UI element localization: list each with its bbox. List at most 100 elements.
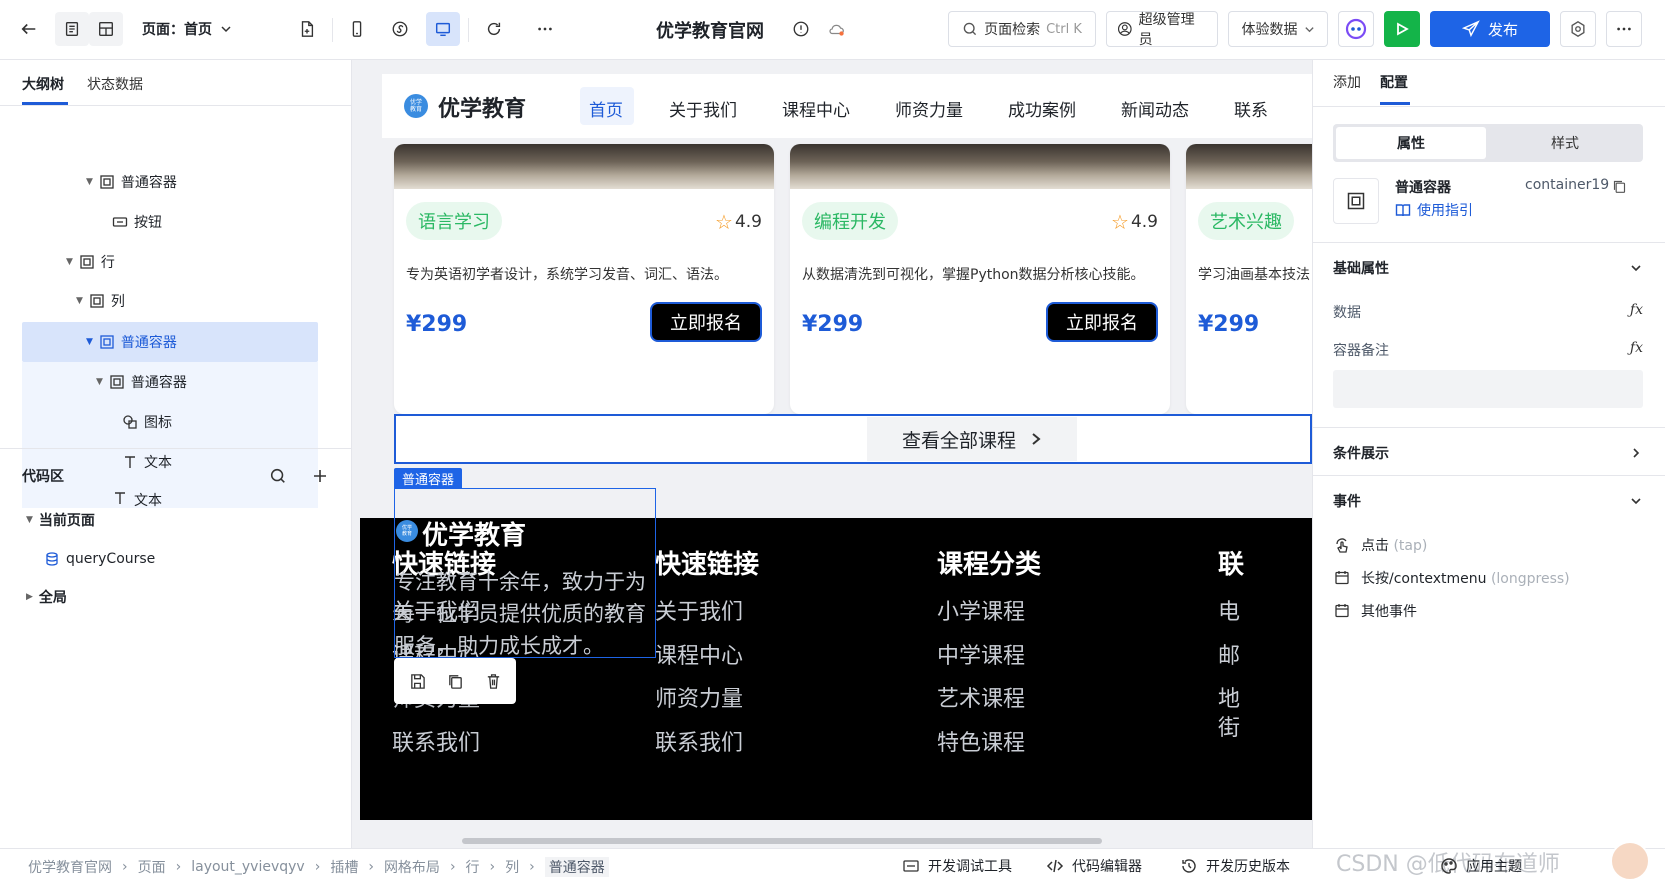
breadcrumb-item[interactable]: 列 bbox=[505, 857, 519, 877]
save-icon[interactable] bbox=[404, 668, 430, 694]
mini-program-icon[interactable] bbox=[383, 12, 417, 46]
code-tree-query-course[interactable]: queryCourse bbox=[44, 540, 155, 578]
breadcrumb-item[interactable]: 页面 bbox=[138, 857, 166, 877]
tab-outline-tree[interactable]: 大纲树 bbox=[22, 74, 64, 94]
code-editor-button[interactable]: 代码编辑器 bbox=[1046, 856, 1142, 876]
cloud-sync-icon[interactable] bbox=[820, 12, 854, 46]
code-search-icon[interactable] bbox=[264, 462, 292, 490]
course-card[interactable]: 语言学习 ☆ 4.9 专为英语初学者设计，系统学习发音、词汇、语法。 ¥299 … bbox=[394, 144, 774, 414]
section-basic-props[interactable]: 基础属性 bbox=[1313, 242, 1665, 292]
tree-node-button[interactable]: 按钮 bbox=[112, 203, 162, 241]
tab-config[interactable]: 配置 bbox=[1380, 72, 1408, 92]
tree-node-row[interactable]: ▼ 行 bbox=[66, 243, 115, 281]
dev-tools-button[interactable]: 开发调试工具 bbox=[902, 856, 1012, 876]
breadcrumb-item[interactable]: 行 bbox=[466, 857, 480, 877]
footer-link[interactable]: 课程中心 bbox=[655, 638, 743, 670]
copy-icon[interactable] bbox=[442, 668, 468, 694]
footer-link[interactable]: 小学课程 bbox=[937, 594, 1025, 626]
tree-node-label: 图标 bbox=[144, 415, 172, 431]
remark-input[interactable] bbox=[1333, 370, 1643, 408]
layout-icon[interactable] bbox=[89, 12, 123, 46]
course-card[interactable]: 编程开发 ☆ 4.9 从数据清洗到可视化，掌握Python数据分析核心技能。 ¥… bbox=[790, 144, 1170, 414]
footer-link[interactable]: 特色课程 bbox=[937, 725, 1025, 757]
page-search-input[interactable]: 页面检索 Ctrl K bbox=[948, 11, 1096, 47]
footer-link[interactable]: 艺术课程 bbox=[937, 681, 1025, 713]
tab-add[interactable]: 添加 bbox=[1333, 72, 1361, 92]
course-rating: ☆ 4.9 bbox=[1111, 210, 1158, 234]
tree-node-container[interactable]: ▼ 普通容器 bbox=[96, 363, 187, 401]
tab-state-data[interactable]: 状态数据 bbox=[87, 74, 143, 94]
settings-button[interactable] bbox=[1560, 11, 1596, 47]
footer-link[interactable]: 关于我们 bbox=[655, 594, 743, 626]
course-price: ¥299 bbox=[406, 312, 468, 337]
footer-link[interactable]: 联系我们 bbox=[392, 725, 480, 757]
tree-node-text[interactable]: 文本 bbox=[112, 482, 162, 508]
segment-properties[interactable]: 属性 bbox=[1336, 127, 1486, 159]
assistant-avatar[interactable] bbox=[1610, 841, 1650, 881]
refresh-icon[interactable] bbox=[477, 12, 511, 46]
course-card[interactable]: 艺术兴趣 学习油画基本技法 ¥299 bbox=[1186, 144, 1312, 414]
more-icon[interactable] bbox=[528, 12, 562, 46]
copy-id-icon[interactable] bbox=[1609, 176, 1629, 196]
info-icon[interactable] bbox=[784, 12, 818, 46]
add-code-icon[interactable] bbox=[306, 462, 334, 490]
section-title: 基础属性 bbox=[1333, 260, 1389, 277]
nav-item-news[interactable]: 新闻动态 bbox=[1121, 96, 1189, 121]
user-menu[interactable]: 超级管理员 bbox=[1106, 11, 1218, 48]
page-list-icon[interactable] bbox=[55, 12, 89, 46]
enroll-button[interactable]: 立即报名 bbox=[1046, 302, 1158, 342]
code-tree-global[interactable]: ▶ 全局 bbox=[26, 578, 67, 616]
page-selector[interactable]: 页面：首页 bbox=[142, 14, 232, 44]
breadcrumb-item-current[interactable]: 普通容器 bbox=[544, 857, 609, 877]
footer-link[interactable]: 联系我们 bbox=[655, 725, 743, 757]
footer-link[interactable]: 师资力量 bbox=[655, 681, 743, 713]
tree-node-icon[interactable]: 图标 bbox=[122, 403, 172, 441]
nav-item-home[interactable]: 首页 bbox=[589, 96, 623, 121]
course-price: ¥299 bbox=[802, 312, 864, 337]
event-longpress[interactable]: 长按/contextmenu (longpress) bbox=[1333, 568, 1570, 588]
breadcrumb-item[interactable]: 网格布局 bbox=[384, 857, 440, 877]
design-canvas[interactable]: 优学 教育 优学教育 首页 关于我们 课程中心 师资力量 成功案例 新闻动态 联… bbox=[352, 60, 1312, 848]
publish-button[interactable]: 发布 bbox=[1430, 11, 1550, 47]
tree-node-container[interactable]: ▼ 普通容器 bbox=[86, 163, 177, 201]
tree-node-label: 全局 bbox=[38, 590, 67, 606]
new-file-icon[interactable] bbox=[290, 12, 324, 46]
desktop-view-icon[interactable] bbox=[426, 12, 460, 46]
tree-node-column[interactable]: ▼ 列 bbox=[76, 282, 125, 320]
nav-item-courses[interactable]: 课程中心 bbox=[782, 96, 850, 121]
nav-item-teachers[interactable]: 师资力量 bbox=[895, 96, 963, 121]
more-icon bbox=[1617, 27, 1631, 31]
dev-history-button[interactable]: 开发历史版本 bbox=[1180, 856, 1290, 876]
footer-link[interactable]: 中学课程 bbox=[937, 638, 1025, 670]
user-icon bbox=[1117, 22, 1132, 36]
view-all-courses-button[interactable]: 查看全部课程 bbox=[867, 417, 1077, 461]
user-label: 超级管理员 bbox=[1138, 12, 1195, 48]
event-other[interactable]: 其他事件 bbox=[1333, 601, 1417, 621]
ai-assistant-button[interactable] bbox=[1338, 11, 1374, 47]
back-arrow-icon[interactable] bbox=[12, 12, 46, 46]
more-menu-button[interactable] bbox=[1606, 11, 1642, 47]
usage-guide-link[interactable]: 使用指引 bbox=[1395, 200, 1473, 220]
breadcrumb-item[interactable]: 插槽 bbox=[330, 857, 358, 877]
tree-node-container-selected[interactable]: ▼ 普通容器 bbox=[86, 323, 177, 361]
breadcrumb-item[interactable]: layout_yvievqyv bbox=[191, 859, 305, 875]
nav-item-cases[interactable]: 成功案例 bbox=[1008, 96, 1076, 121]
fx-icon[interactable]: ƒx bbox=[1630, 340, 1643, 360]
nav-item-contact[interactable]: 联系 bbox=[1234, 96, 1268, 121]
event-tap[interactable]: 点击 (tap) bbox=[1333, 535, 1427, 555]
data-mode-select[interactable]: 体验数据 bbox=[1228, 11, 1328, 47]
app-theme-button[interactable]: 应用主题 bbox=[1440, 856, 1522, 876]
canvas-scrollbar[interactable] bbox=[462, 838, 1102, 844]
breadcrumb-item[interactable]: 优学教育官网 bbox=[28, 857, 112, 877]
fx-icon[interactable]: ƒx bbox=[1630, 302, 1643, 322]
delete-icon[interactable] bbox=[480, 668, 506, 694]
nav-item-about[interactable]: 关于我们 bbox=[669, 96, 737, 121]
calendar-icon bbox=[1335, 604, 1349, 618]
mobile-view-icon[interactable] bbox=[340, 12, 374, 46]
run-button[interactable] bbox=[1384, 11, 1420, 47]
section-conditional-display[interactable]: 条件展示 bbox=[1313, 427, 1665, 477]
enroll-button[interactable]: 立即报名 bbox=[650, 302, 762, 342]
section-events[interactable]: 事件 bbox=[1313, 475, 1665, 525]
segment-styles[interactable]: 样式 bbox=[1490, 127, 1640, 159]
code-tree-current-page[interactable]: ▼ 当前页面 bbox=[26, 501, 95, 539]
